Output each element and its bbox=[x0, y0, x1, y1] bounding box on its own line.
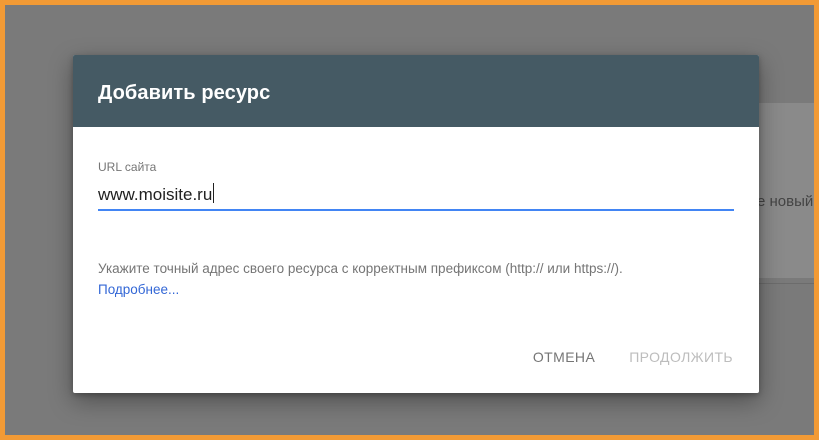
url-hint: Укажите точный адрес своего ресурса с ко… bbox=[98, 258, 623, 300]
site-url-input[interactable]: www.moisite.ru bbox=[98, 181, 734, 211]
site-url-label: URL сайта bbox=[98, 160, 157, 174]
background-card-text: е новый bbox=[757, 193, 814, 210]
site-url-text: www.moisite.ru bbox=[98, 185, 213, 204]
site-url-field: URL сайта www.moisite.ru bbox=[98, 160, 734, 211]
dialog-title: Добавить ресурс bbox=[98, 82, 271, 104]
cancel-button[interactable]: ОТМЕНА bbox=[529, 345, 599, 369]
url-hint-text: Укажите точный адрес своего ресурса с ко… bbox=[98, 261, 623, 276]
learn-more-link[interactable]: Подробнее... bbox=[98, 279, 623, 300]
screenshot-frame: е новый Добавить ресурс URL сайта www.mo… bbox=[0, 0, 819, 440]
site-url-value: www.moisite.ru bbox=[98, 183, 215, 205]
text-caret bbox=[213, 183, 215, 203]
dialog-header: Добавить ресурс bbox=[73, 55, 759, 127]
add-resource-dialog: Добавить ресурс URL сайта www.moisite.ru… bbox=[73, 55, 759, 393]
continue-button[interactable]: ПРОДОЛЖИТЬ bbox=[625, 345, 737, 369]
dialog-actions: ОТМЕНА ПРОДОЛЖИТЬ bbox=[529, 345, 737, 369]
